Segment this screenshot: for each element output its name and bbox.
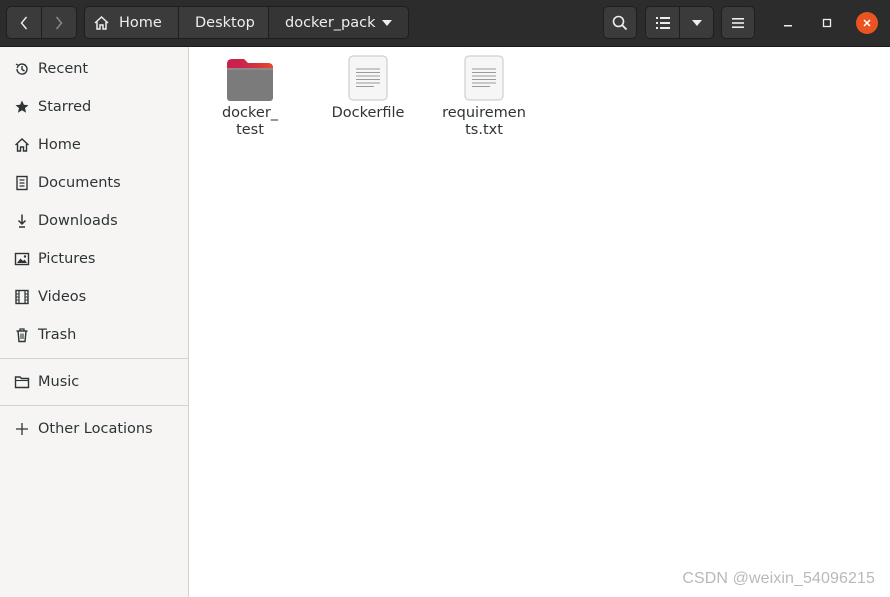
breadcrumb-home-label: Home (119, 14, 162, 31)
picture-icon (13, 251, 30, 268)
star-icon (13, 99, 30, 116)
file-item-docker-test[interactable]: docker_ test (200, 55, 300, 139)
clock-icon (13, 61, 30, 78)
file-name: docker_ test (205, 105, 295, 139)
sidebar-item-label: Videos (38, 289, 87, 305)
chevron-left-icon (20, 16, 28, 29)
hamburger-menu-icon (732, 17, 744, 28)
folder-icon (226, 55, 274, 101)
breadcrumb-desktop[interactable]: Desktop (179, 6, 269, 39)
sidebar-divider (0, 358, 188, 359)
close-icon (863, 19, 871, 27)
sidebar: Recent Starred Home Documents Downloads … (0, 47, 189, 597)
sidebar-item-starred[interactable]: Starred (0, 88, 188, 126)
maximize-icon (822, 18, 832, 28)
file-name-line: ts.txt (465, 122, 503, 138)
text-file-icon (348, 55, 388, 101)
sidebar-item-label: Home (38, 137, 81, 153)
sidebar-divider (0, 405, 188, 406)
file-name-line: requiremen (442, 105, 526, 121)
menu-button[interactable] (721, 6, 755, 39)
file-name-line: test (236, 122, 264, 138)
list-view-icon (655, 16, 670, 29)
sidebar-item-label: Recent (38, 61, 89, 77)
minimize-icon (784, 25, 792, 27)
minimize-button[interactable] (777, 12, 799, 34)
sidebar-item-label: Other Locations (38, 421, 153, 437)
view-options-button[interactable] (679, 6, 714, 39)
breadcrumb-home[interactable]: Home (84, 6, 179, 39)
sidebar-item-trash[interactable]: Trash (0, 316, 188, 354)
forward-button[interactable] (41, 6, 77, 39)
sidebar-item-label: Starred (38, 99, 92, 115)
sidebar-item-recent[interactable]: Recent (0, 50, 188, 88)
file-name: Dockerfile (323, 105, 413, 122)
file-name-line: Dockerfile (331, 105, 405, 121)
header-bar: Home Desktop docker_pack (0, 0, 890, 47)
back-button[interactable] (6, 6, 42, 39)
dropdown-arrow-icon (691, 19, 702, 26)
sidebar-item-other-locations[interactable]: Other Locations (0, 410, 188, 448)
sidebar-item-label: Trash (38, 327, 77, 343)
sidebar-item-music[interactable]: Music (0, 363, 188, 401)
search-button[interactable] (603, 6, 637, 39)
file-item-requirements-txt[interactable]: requiremen ts.txt (434, 55, 534, 139)
sidebar-item-label: Documents (38, 175, 121, 191)
search-icon (612, 15, 628, 30)
sidebar-item-label: Pictures (38, 251, 96, 267)
dropdown-arrow-icon (382, 19, 392, 26)
text-file-icon (464, 55, 504, 101)
file-item-dockerfile[interactable]: Dockerfile (318, 55, 418, 122)
film-icon (13, 289, 30, 306)
breadcrumb-current-label: docker_pack (285, 14, 376, 31)
file-view[interactable]: docker_ test Dockerfile requiremen ts.txt (189, 47, 890, 597)
sidebar-item-home[interactable]: Home (0, 126, 188, 164)
sidebar-item-videos[interactable]: Videos (0, 278, 188, 316)
file-name: requiremen ts.txt (439, 105, 529, 139)
chevron-right-icon (55, 16, 63, 29)
folder-icon (13, 374, 30, 391)
plus-icon (13, 421, 30, 438)
home-icon (13, 137, 30, 154)
document-icon (13, 175, 30, 192)
path-bar: Home Desktop docker_pack (84, 6, 409, 39)
sidebar-item-documents[interactable]: Documents (0, 164, 188, 202)
sidebar-item-downloads[interactable]: Downloads (0, 202, 188, 240)
breadcrumb-current[interactable]: docker_pack (269, 6, 409, 39)
breadcrumb-desktop-label: Desktop (195, 14, 255, 31)
watermark: CSDN @weixin_54096215 (682, 570, 875, 587)
maximize-button[interactable] (816, 12, 838, 34)
sidebar-item-label: Downloads (38, 213, 118, 229)
home-icon (93, 15, 110, 31)
file-name-line: docker_ (221, 105, 279, 121)
trash-icon (13, 327, 30, 344)
list-view-button[interactable] (645, 6, 680, 39)
download-icon (13, 213, 30, 230)
sidebar-item-label: Music (38, 374, 80, 390)
close-button[interactable] (856, 12, 878, 34)
sidebar-item-pictures[interactable]: Pictures (0, 240, 188, 278)
